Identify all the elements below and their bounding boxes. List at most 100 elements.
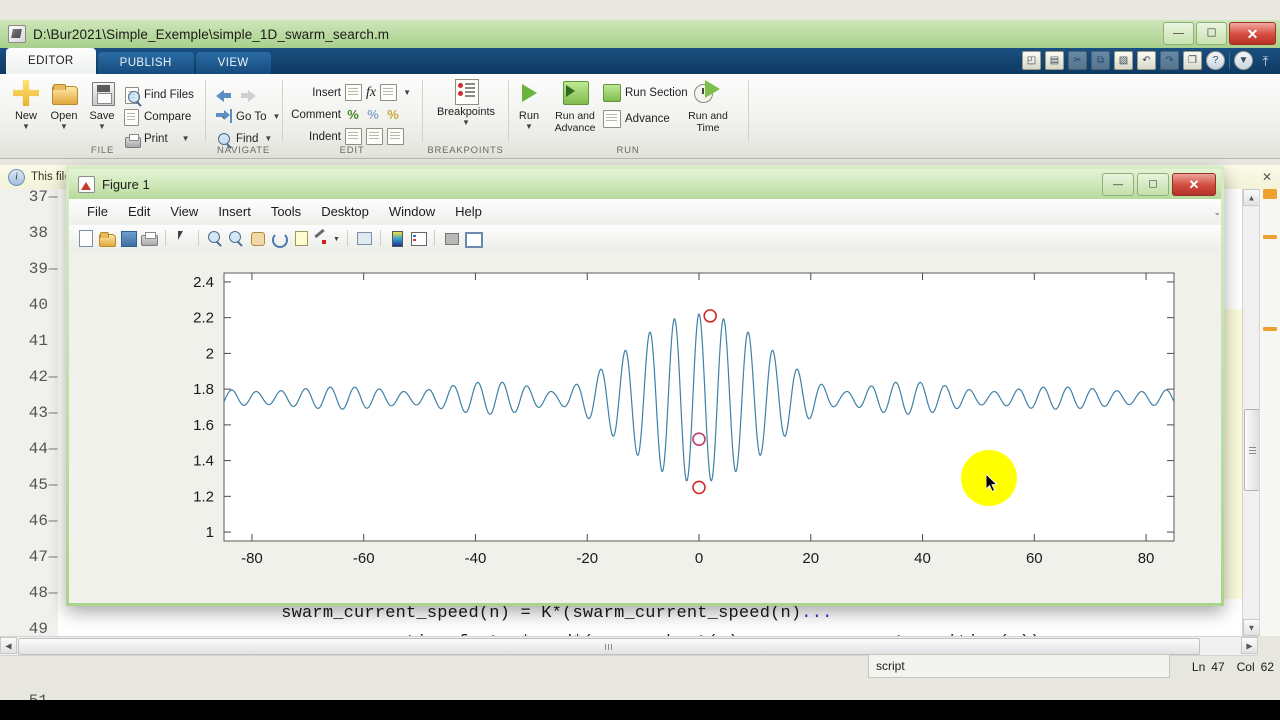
minimize-button[interactable]: — xyxy=(1163,22,1194,45)
figure-menu-desktop[interactable]: Desktop xyxy=(311,199,379,225)
undo-icon[interactable]: ↶ xyxy=(1137,51,1156,70)
smart-indent-icon[interactable] xyxy=(345,128,362,145)
line-number-row[interactable]: 40 xyxy=(0,287,58,323)
tab-view[interactable]: VIEW xyxy=(195,52,271,74)
editor-vertical-scrollbar[interactable]: ▲ ▼ xyxy=(1242,189,1261,636)
find-files-button[interactable]: Find Files xyxy=(124,84,194,105)
maximize-button[interactable]: ☐ xyxy=(1196,22,1227,45)
colorbar-icon[interactable] xyxy=(388,229,406,247)
indent-row[interactable]: Indent xyxy=(289,126,404,147)
new-figure-icon[interactable] xyxy=(77,229,95,247)
comment-percent-icon[interactable]: % xyxy=(345,107,361,123)
line-number-row[interactable]: 44— xyxy=(0,431,58,467)
help-icon[interactable]: ? xyxy=(1206,51,1225,70)
run-button[interactable]: Run ▼ xyxy=(509,78,549,131)
line-number-row[interactable]: 51— xyxy=(0,683,58,700)
figure-menu-insert[interactable]: Insert xyxy=(208,199,261,225)
line-number-row[interactable]: 43— xyxy=(0,395,58,431)
print-dropdown-arrow[interactable]: ▼ xyxy=(182,134,190,143)
plot-svg[interactable]: 1 1.2 1.4 1.6 1.8 2 2.2 2.4 -80 -60 -40 -20 0 20 40 60 8… xyxy=(69,251,1215,601)
line-number-row[interactable]: 46— xyxy=(0,503,58,539)
tab-editor[interactable]: EDITOR xyxy=(6,48,96,74)
goto-button[interactable]: Go To ▼ xyxy=(216,106,280,127)
figure-plot-canvas[interactable]: 1 1.2 1.4 1.6 1.8 2 2.2 2.4 -80 -60 -40 -20 0 20 40 60 8… xyxy=(69,251,1221,603)
save-button[interactable]: Save ▼ xyxy=(80,78,124,131)
line-number-row[interactable]: 47— xyxy=(0,539,58,575)
figure-menu-file[interactable]: File xyxy=(77,199,118,225)
zoom-out-icon[interactable] xyxy=(227,229,245,247)
indent-right-icon[interactable] xyxy=(366,128,383,145)
new-script-icon[interactable]: ◰ xyxy=(1022,51,1041,70)
save-dropdown-arrow[interactable]: ▼ xyxy=(80,122,124,131)
hscroll-left-button[interactable]: ◀ xyxy=(0,637,17,654)
close-button[interactable]: ✕ xyxy=(1229,22,1276,45)
brush-dropdown-arrow[interactable]: ▼ xyxy=(332,229,340,247)
analyzer-warning-mark[interactable] xyxy=(1263,235,1277,239)
insert-section-icon[interactable] xyxy=(345,84,362,101)
figure-menu-edit[interactable]: Edit xyxy=(118,199,160,225)
pointer-icon[interactable] xyxy=(173,229,191,247)
switch-window-icon[interactable]: ❐ xyxy=(1183,51,1202,70)
analyzer-warning-mark[interactable] xyxy=(1263,327,1277,331)
hscroll-right-button[interactable]: ▶ xyxy=(1241,637,1258,654)
line-number-row[interactable]: 48— xyxy=(0,575,58,611)
figure-menu-window[interactable]: Window xyxy=(379,199,445,225)
line-number-row[interactable]: 42— xyxy=(0,359,58,395)
line-number-row[interactable]: 38 xyxy=(0,215,58,251)
rotate-3d-icon[interactable] xyxy=(269,229,288,248)
uncomment-icon[interactable]: % xyxy=(365,107,381,123)
line-number-row[interactable]: 41 xyxy=(0,323,58,359)
code-analyzer-strip[interactable] xyxy=(1259,189,1280,636)
legend-icon[interactable] xyxy=(409,229,427,247)
run-dropdown-arrow[interactable]: ▼ xyxy=(509,122,549,131)
figure-window[interactable]: Figure 1 — ☐ ✕ File Edit View Insert Tools De… xyxy=(66,166,1224,606)
horizontal-scroll-thumb[interactable] xyxy=(18,638,1200,655)
save-icon[interactable]: ▤ xyxy=(1045,51,1064,70)
insert-dropdown-arrow[interactable]: ▼ xyxy=(403,88,411,97)
figure-menu-help[interactable]: Help xyxy=(445,199,492,225)
analyzer-summary-mark[interactable] xyxy=(1263,189,1277,199)
print-figure-icon[interactable] xyxy=(140,229,158,247)
comment-row[interactable]: Comment % % % xyxy=(289,104,401,125)
run-and-advance-button[interactable]: Run and Advance xyxy=(547,78,603,134)
line-number-row[interactable]: 45— xyxy=(0,467,58,503)
figure-menu-tools[interactable]: Tools xyxy=(261,199,311,225)
notification-close-button[interactable]: ✕ xyxy=(1262,170,1272,184)
search-dropdown-icon[interactable]: ▼ xyxy=(1234,51,1253,70)
scroll-up-button[interactable]: ▲ xyxy=(1243,189,1260,206)
link-plot-icon[interactable] xyxy=(355,229,373,247)
minimize-ribbon-icon[interactable]: ⤒ xyxy=(1257,52,1274,69)
hide-plot-tools-icon[interactable] xyxy=(442,229,460,247)
data-cursor-icon[interactable] xyxy=(290,229,308,247)
figure-minimize-button[interactable]: — xyxy=(1102,173,1134,196)
figure-maximize-button[interactable]: ☐ xyxy=(1137,173,1169,196)
show-plot-tools-icon[interactable] xyxy=(463,229,483,248)
pan-icon[interactable] xyxy=(248,229,266,247)
breakpoints-dropdown-arrow[interactable]: ▼ xyxy=(432,118,500,127)
insert-fx-icon[interactable]: fx xyxy=(366,85,376,101)
insert-function-icon[interactable] xyxy=(380,84,398,101)
line-number-row[interactable]: 37— xyxy=(0,179,58,215)
editor-horizontal-scrollbar[interactable]: ◀ ▶ xyxy=(0,636,1258,656)
run-section-button[interactable]: Run Section xyxy=(603,82,688,103)
line-number-row[interactable]: 39— xyxy=(0,251,58,287)
menu-chevron-icon[interactable]: ⌄ xyxy=(1213,207,1221,218)
zoom-in-icon[interactable] xyxy=(206,229,224,247)
find-dropdown-arrow[interactable]: ▼ xyxy=(264,134,272,143)
breakpoints-button[interactable]: Breakpoints ▼ xyxy=(432,78,500,127)
scroll-down-button[interactable]: ▼ xyxy=(1243,619,1260,636)
paste-icon[interactable]: ▧ xyxy=(1114,51,1133,70)
open-figure-icon[interactable] xyxy=(98,229,116,247)
back-button[interactable] xyxy=(216,84,232,105)
indent-left-icon[interactable] xyxy=(387,128,404,145)
advance-button[interactable]: Advance xyxy=(603,108,670,129)
save-figure-icon[interactable] xyxy=(119,229,137,247)
figure-menu-view[interactable]: View xyxy=(160,199,208,225)
figure-close-button[interactable]: ✕ xyxy=(1172,173,1216,196)
brush-icon[interactable] xyxy=(311,228,329,247)
run-and-time-button[interactable]: Run and Time xyxy=(679,78,737,134)
goto-dropdown-arrow[interactable]: ▼ xyxy=(272,112,280,121)
wrap-comment-icon[interactable]: % xyxy=(385,107,401,123)
insert-row[interactable]: Insert fx ▼ xyxy=(289,82,411,103)
tab-publish[interactable]: PUBLISH xyxy=(97,52,194,74)
